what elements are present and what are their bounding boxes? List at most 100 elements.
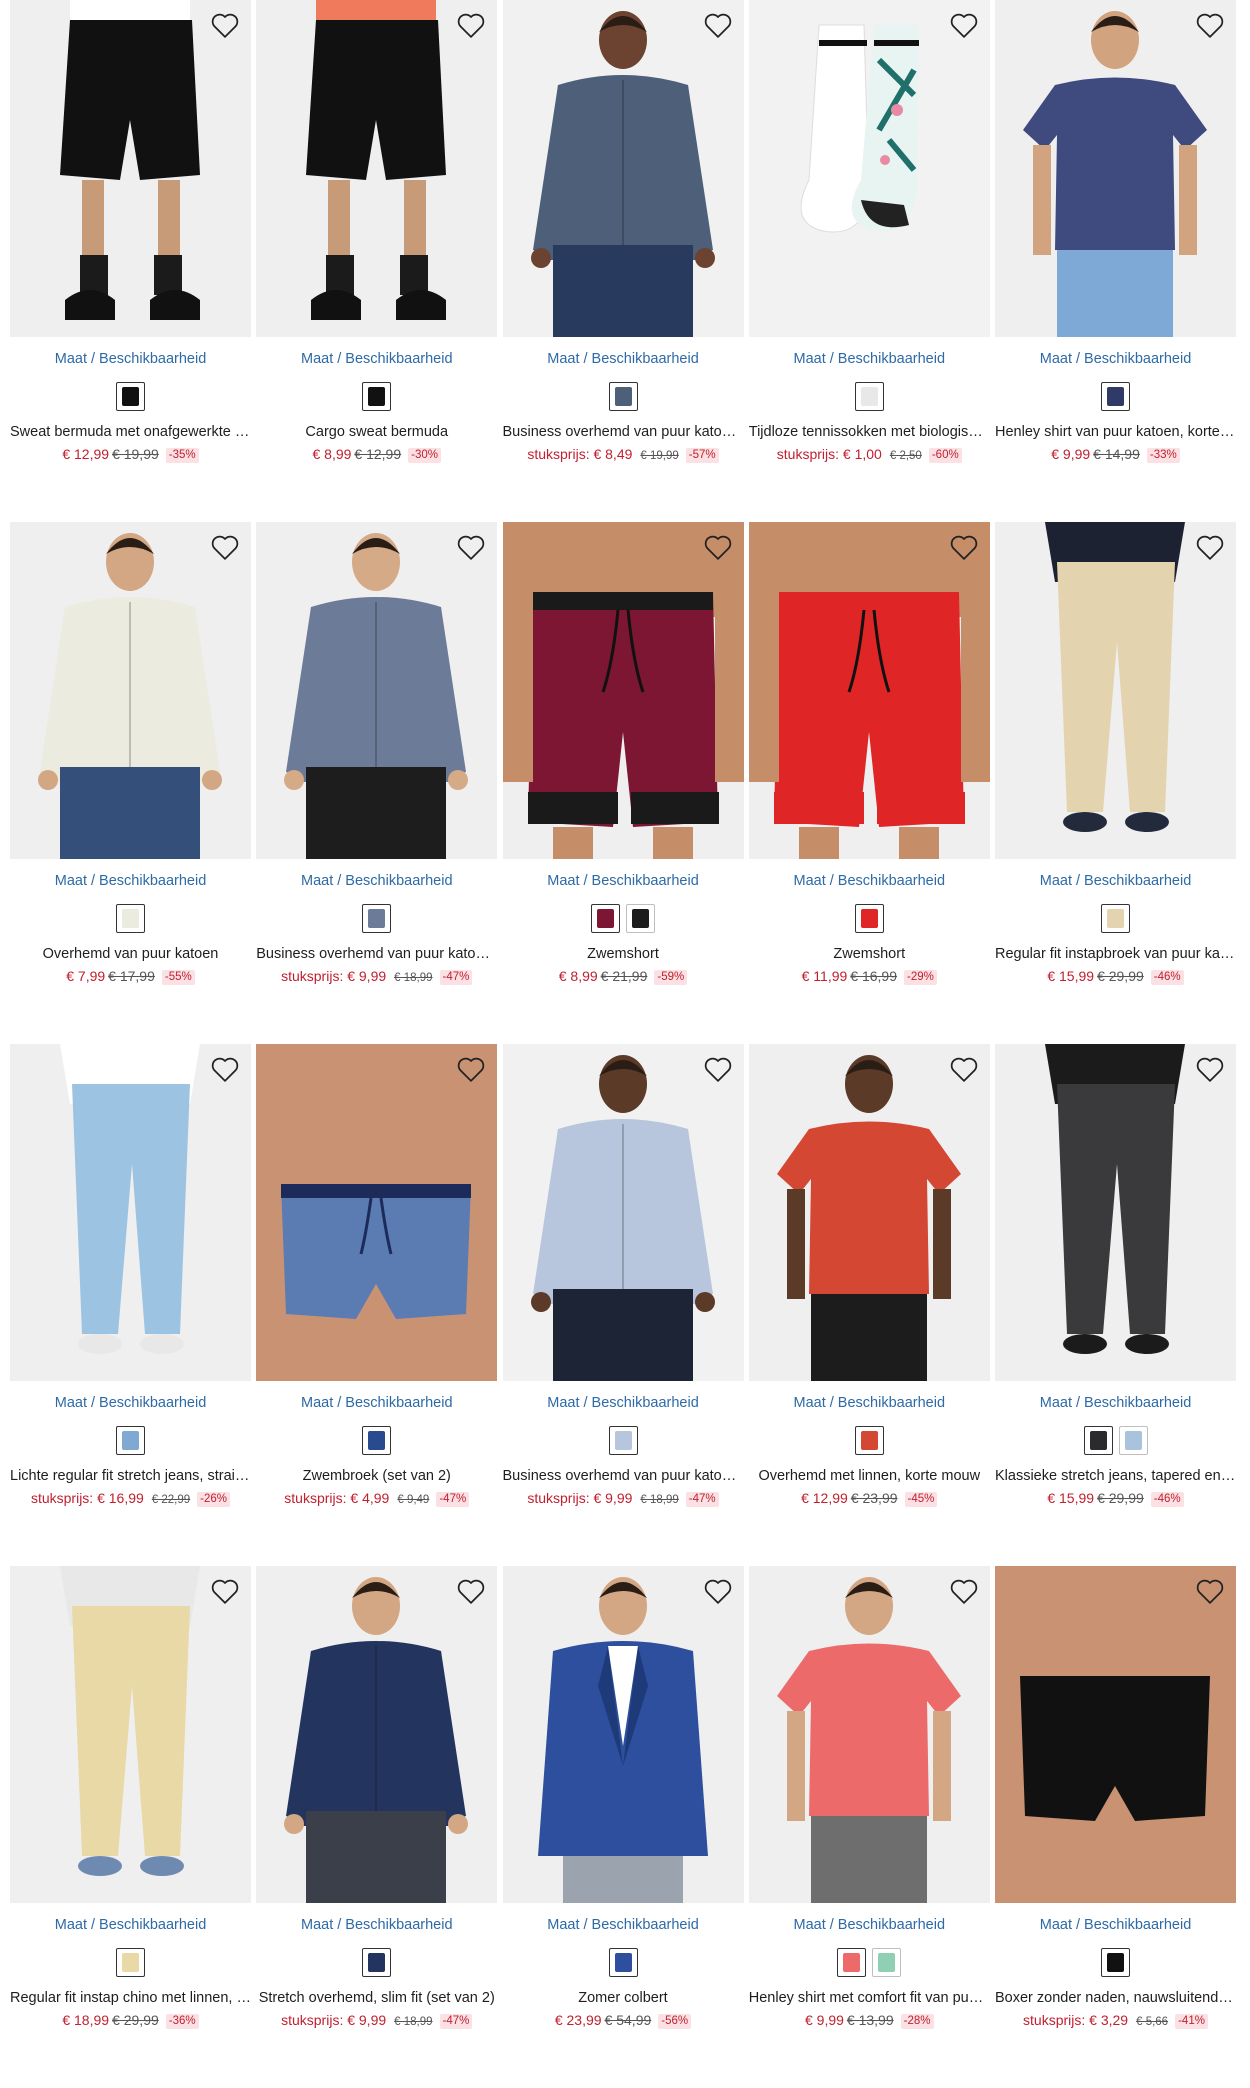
size-availability-link[interactable]: Maat / Beschikbaarheid [10,1916,251,1934]
product-image[interactable] [10,1566,251,1903]
product-card[interactable]: Maat / Beschikbaarheid Boxer zonder nade… [995,1566,1236,2088]
color-swatch[interactable] [608,1426,638,1455]
product-image[interactable] [748,522,990,859]
product-name[interactable]: Business overhemd van puur katoen, slim … [503,1467,744,1486]
size-availability-link[interactable]: Maat / Beschikbaarheid [749,1394,990,1412]
product-image[interactable] [256,1566,498,1903]
size-availability-link[interactable]: Maat / Beschikbaarheid [256,1916,497,1934]
color-swatch[interactable] [116,1948,145,1977]
product-card[interactable]: Maat / Beschikbaarheid Henley shirt met … [748,1566,990,2088]
color-swatch[interactable] [362,1948,392,1977]
wishlist-heart-icon[interactable] [702,532,734,562]
product-image[interactable] [10,0,251,337]
product-name[interactable]: Business overhemd van puur katoen, slim … [256,945,497,964]
product-name[interactable]: Business overhemd van puur katoen, slim … [503,423,744,442]
wishlist-heart-icon[interactable] [948,1576,980,1606]
product-name[interactable]: Henley shirt van puur katoen, korte mouw [995,423,1236,442]
wishlist-heart-icon[interactable] [455,10,487,40]
wishlist-heart-icon[interactable] [948,1054,980,1084]
color-swatch[interactable] [1101,904,1130,933]
color-swatch[interactable] [362,904,392,933]
product-image[interactable] [10,1044,251,1381]
wishlist-heart-icon[interactable] [1194,532,1226,562]
size-availability-link[interactable]: Maat / Beschikbaarheid [503,1394,744,1412]
color-swatch[interactable] [591,904,620,933]
color-swatch[interactable] [116,904,145,933]
product-image[interactable] [748,1044,990,1381]
product-image[interactable] [748,1566,990,1903]
size-availability-link[interactable]: Maat / Beschikbaarheid [995,1394,1236,1412]
wishlist-heart-icon[interactable] [455,1576,487,1606]
product-name[interactable]: Zomer colbert [503,1989,744,2008]
product-card[interactable]: Maat / Beschikbaarheid Zomer colbert € 2… [502,1566,744,2088]
size-availability-link[interactable]: Maat / Beschikbaarheid [995,1916,1236,1934]
wishlist-heart-icon[interactable] [1194,1576,1226,1606]
product-image[interactable] [256,1044,498,1381]
product-card[interactable]: Maat / Beschikbaarheid Business overhemd… [502,0,744,522]
product-image[interactable] [256,522,498,859]
product-name[interactable]: Regular fit instap chino met linnen, str… [10,1989,251,2008]
size-availability-link[interactable]: Maat / Beschikbaarheid [10,350,251,368]
product-name[interactable]: Overhemd van puur katoen [10,945,251,964]
wishlist-heart-icon[interactable] [702,1054,734,1084]
color-swatch[interactable] [1118,1426,1148,1455]
color-swatch[interactable] [362,1426,392,1455]
product-name[interactable]: Overhemd met linnen, korte mouw [749,1467,990,1486]
wishlist-heart-icon[interactable] [1194,10,1226,40]
product-card[interactable]: Maat / Beschikbaarheid Regular fit insta… [995,522,1236,1044]
product-image[interactable] [995,1044,1236,1381]
size-availability-link[interactable]: Maat / Beschikbaarheid [995,350,1236,368]
color-swatch[interactable] [854,904,884,933]
product-image[interactable] [748,0,990,337]
product-name[interactable]: Klassieke stretch jeans, tapered en extr… [995,1467,1236,1486]
size-availability-link[interactable]: Maat / Beschikbaarheid [995,872,1236,890]
product-image[interactable] [502,1044,744,1381]
product-name[interactable]: Sweat bermuda met onafgewerkte zoom [10,423,251,442]
product-card[interactable]: Maat / Beschikbaarheid Cargo sweat bermu… [256,0,498,522]
product-name[interactable]: Stretch overhemd, slim fit (set van 2) [256,1989,497,2008]
product-card[interactable]: Maat / Beschikbaarheid Henley shirt van … [995,0,1236,522]
product-card[interactable]: Maat / Beschikbaarheid Regular fit insta… [10,1566,251,2088]
product-card[interactable]: Maat / Beschikbaarheid Overhemd met linn… [748,1044,990,1566]
size-availability-link[interactable]: Maat / Beschikbaarheid [749,350,990,368]
color-swatch[interactable] [116,382,145,411]
color-swatch[interactable] [872,1948,902,1977]
product-name[interactable]: Tijdloze tennissokken met biologisch kat… [749,423,990,442]
product-name[interactable]: Boxer zonder naden, nauwsluitend model [995,1989,1236,2008]
color-swatch[interactable] [608,382,638,411]
product-image[interactable] [502,0,744,337]
product-card[interactable]: Maat / Beschikbaarheid Zwembroek (set va… [256,1044,498,1566]
wishlist-heart-icon[interactable] [455,1054,487,1084]
size-availability-link[interactable]: Maat / Beschikbaarheid [256,350,497,368]
product-name[interactable]: Zwembroek (set van 2) [256,1467,497,1486]
color-swatch[interactable] [1101,382,1130,411]
product-image[interactable] [502,522,744,859]
product-card[interactable]: Maat / Beschikbaarheid Stretch overhemd,… [256,1566,498,2088]
color-swatch[interactable] [837,1948,867,1977]
size-availability-link[interactable]: Maat / Beschikbaarheid [749,872,990,890]
size-availability-link[interactable]: Maat / Beschikbaarheid [10,872,251,890]
product-name[interactable]: Lichte regular fit stretch jeans, straig… [10,1467,251,1486]
product-image[interactable] [256,0,498,337]
product-card[interactable]: Maat / Beschikbaarheid Zwemshort € 11,99… [748,522,990,1044]
wishlist-heart-icon[interactable] [209,1054,241,1084]
size-availability-link[interactable]: Maat / Beschikbaarheid [256,1394,497,1412]
color-swatch[interactable] [854,382,884,411]
wishlist-heart-icon[interactable] [209,532,241,562]
color-swatch[interactable] [362,382,392,411]
color-swatch[interactable] [1083,1426,1113,1455]
product-card[interactable]: Maat / Beschikbaarheid Lichte regular fi… [10,1044,251,1566]
product-name[interactable]: Regular fit instapbroek van puur katoen [995,945,1236,964]
size-availability-link[interactable]: Maat / Beschikbaarheid [10,1394,251,1412]
product-card[interactable]: Maat / Beschikbaarheid Klassieke stretch… [995,1044,1236,1566]
product-name[interactable]: Henley shirt met comfort fit van puur ka… [749,1989,990,2008]
product-card[interactable]: Maat / Beschikbaarheid Sweat bermuda met… [10,0,251,522]
color-swatch[interactable] [1101,1948,1130,1977]
product-card[interactable]: Maat / Beschikbaarheid Overhemd van puur… [10,522,251,1044]
size-availability-link[interactable]: Maat / Beschikbaarheid [503,1916,744,1934]
wishlist-heart-icon[interactable] [1194,1054,1226,1084]
wishlist-heart-icon[interactable] [209,1576,241,1606]
product-image[interactable] [995,522,1236,859]
product-name[interactable]: Zwemshort [749,945,990,964]
size-availability-link[interactable]: Maat / Beschikbaarheid [503,350,744,368]
